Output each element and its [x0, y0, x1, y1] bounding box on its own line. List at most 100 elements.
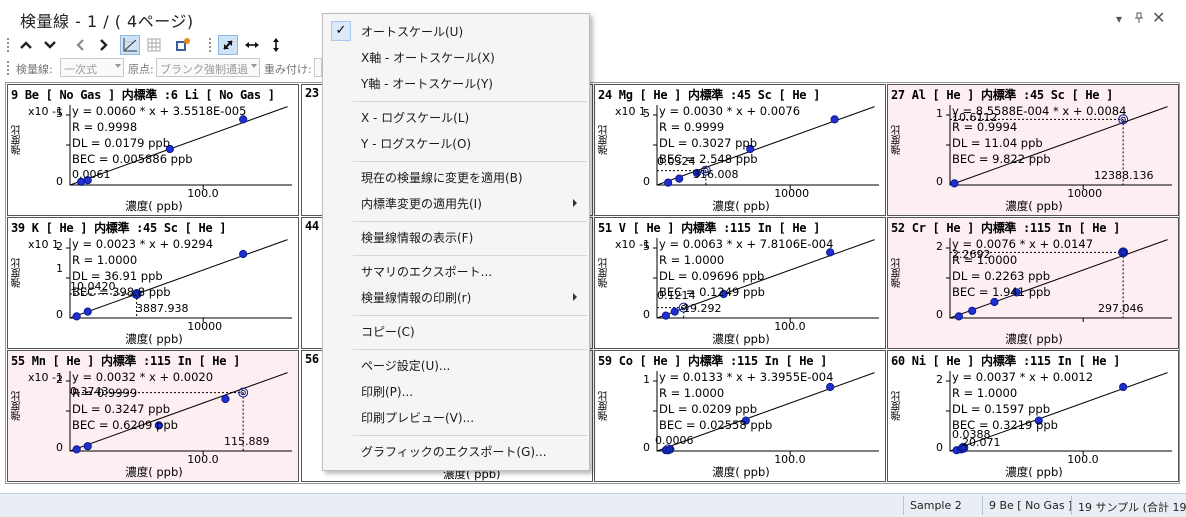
- standard-point: [72, 312, 81, 321]
- chart-axes-icon[interactable]: [120, 35, 140, 55]
- y-tick-label: 0: [936, 175, 943, 188]
- y-tick-label: 0: [643, 441, 650, 454]
- calibration-panel[interactable]: 27 Al [ He ] 内標準 :45 Sc [ He ] 強度比 1 0 10000…: [887, 84, 1179, 216]
- calibration-panel[interactable]: 59 Co [ He ] 内標準 :115 In [ He ] 強度比 1 0 100.…: [594, 350, 886, 482]
- menu-item[interactable]: Y - ログスケール(O): [323, 132, 589, 154]
- menu-item[interactable]: コピー(C): [323, 320, 589, 342]
- toolbar-curve-options: 検量線: 一次式 原点: ブランク強制通過 重み付け:: [0, 56, 322, 80]
- menu-item[interactable]: サマリのエクスポート...: [323, 260, 589, 282]
- menu-separator: [353, 221, 587, 222]
- menu-item[interactable]: X軸 - オートスケール(X): [323, 46, 589, 68]
- menu-item-label: サマリのエクスポート...: [361, 265, 493, 279]
- standard-point: [221, 394, 230, 404]
- sample-annotation: 12388.136: [1094, 169, 1154, 182]
- stat-line: BEC = 0.6209 ppb: [72, 418, 178, 432]
- stat-line: BEC = 9.822 ppb: [952, 152, 1051, 166]
- menu-item[interactable]: Y軸 - オートスケール(Y): [323, 72, 589, 94]
- status-sample: Sample 2: [910, 499, 962, 512]
- chevron-right-icon[interactable]: [94, 35, 114, 55]
- calibration-panel[interactable]: 52 Cr [ He ] 内標準 :115 In [ He ] 強度比 2 0 濃度( …: [887, 217, 1179, 349]
- stat-line: R = 0.9998: [72, 120, 138, 134]
- stat-line: y = 0.0037 * x + 0.0012: [952, 370, 1094, 384]
- stat-line: DL = 0.3247 ppb: [72, 402, 171, 416]
- calibration-panel[interactable]: 60 Ni [ He ] 内標準 :115 In [ He ] 強度比 2 0 100.…: [887, 350, 1179, 482]
- resize-vertical-icon[interactable]: [266, 35, 286, 55]
- y-tick-label: 2: [936, 240, 943, 253]
- menu-item[interactable]: X - ログスケール(L): [323, 106, 589, 128]
- weight-select[interactable]: [314, 58, 322, 77]
- zoom-fit-icon[interactable]: [218, 35, 238, 55]
- standard-point: [83, 442, 92, 451]
- y-axis-label: 強度比: [599, 391, 610, 421]
- chevron-down-icon[interactable]: [40, 35, 60, 55]
- menu-item[interactable]: 検量線情報の印刷(r): [323, 286, 589, 308]
- panel-title: 56: [305, 352, 319, 366]
- calibration-panel[interactable]: 9 Be [ No Gas ] 内標準 :6 Li [ No Gas ] x10 …: [7, 84, 299, 216]
- grid-icon[interactable]: [144, 35, 164, 55]
- standard-point: [830, 115, 839, 124]
- sample-annotation: 0.0006: [655, 434, 694, 447]
- chevron-left-icon[interactable]: [70, 35, 90, 55]
- regression-stats: y = 0.0037 * x + 0.0012 R = 1.0000 DL = 0.…: [952, 369, 1093, 433]
- regression-stats: y = 0.0133 * x + 3.3955E-004 R = 1.0000 DL…: [659, 369, 833, 433]
- standard-point: [72, 445, 81, 454]
- menu-item[interactable]: 印刷プレビュー(V)...: [323, 406, 589, 428]
- sample-annotation: 316.008: [693, 168, 739, 181]
- standard-point: [950, 179, 959, 188]
- stat-line: DL = 0.09696 ppb: [659, 269, 765, 283]
- x-axis-label: 濃度( ppb): [712, 332, 770, 346]
- menu-item-label: X - ログスケール(L): [361, 111, 470, 125]
- y-tick-label: 5: [56, 107, 63, 120]
- calibration-panel[interactable]: 55 Mn [ He ] 内標準 :115 In [ He ] x10 -1 強度比…: [7, 350, 299, 482]
- sample-annotation: 115.889: [224, 435, 270, 448]
- stat-line: y = 0.0060 * x + 3.5518E-005: [72, 104, 247, 118]
- calibration-panel[interactable]: 39 K [ He ] 内標準 :45 Sc [ He ] x10 1 強度比 2 1 0…: [7, 217, 299, 349]
- stat-line: BEC = 1.941 ppb: [952, 285, 1051, 299]
- origin-select[interactable]: ブランク強制通過: [156, 58, 260, 77]
- export-icon[interactable]: [172, 35, 192, 55]
- regression-stats: y = 0.0032 * x + 0.0020 R = 0.9999 DL = 0.…: [72, 369, 213, 433]
- calibration-grid: 9 Be [ No Gas ] 内標準 :6 Li [ No Gas ] x10 …: [5, 82, 1180, 484]
- y-exponent-label: x10 1: [615, 105, 647, 118]
- origin-label: 原点:: [128, 63, 154, 76]
- chevron-down-icon[interactable]: ▾: [1116, 12, 1122, 26]
- y-axis-label: 強度比: [892, 391, 903, 421]
- menu-item[interactable]: グラフィックのエクスポート(G)...: [323, 440, 589, 462]
- toolbar-grip[interactable]: [6, 60, 10, 76]
- status-sample-count: 19 サンプル (合計 19): [1078, 501, 1186, 514]
- stat-line: y = 0.0032 * x + 0.0020: [72, 370, 214, 384]
- y-tick-label: 0: [56, 308, 63, 321]
- calibration-panel[interactable]: 51 V [ He ] 内標準 :115 In [ He ] x10 -1 強度比 5…: [594, 217, 886, 349]
- close-icon[interactable]: ✕: [1152, 8, 1165, 27]
- stat-line: R = 0.9999: [659, 120, 725, 134]
- menu-item[interactable]: 現在の検量線に変更を適用(B): [323, 166, 589, 188]
- y-tick-label: 2: [56, 373, 63, 386]
- y-tick-label: 1: [643, 373, 650, 386]
- menu-item[interactable]: 印刷(P)...: [323, 380, 589, 402]
- curve-type-select[interactable]: 一次式: [60, 58, 124, 77]
- resize-horizontal-icon[interactable]: [242, 35, 262, 55]
- menu-item-label: 検量線情報の印刷(r): [361, 291, 472, 305]
- pin-icon[interactable]: [1134, 12, 1144, 27]
- y-axis-label: 強度比: [599, 125, 610, 155]
- menu-item[interactable]: ✓ オートスケール(U): [323, 20, 589, 42]
- y-tick-label: 1: [936, 107, 943, 120]
- menu-item[interactable]: 検量線情報の表示(F): [323, 226, 589, 248]
- menu-item[interactable]: ページ設定(U)...: [323, 354, 589, 376]
- y-exponent-label: x10 1: [28, 238, 60, 251]
- calibration-panel[interactable]: 24 Mg [ He ] 内標準 :45 Sc [ He ] x10 1 強度比 5 0…: [594, 84, 886, 216]
- submenu-arrow-icon: [573, 199, 577, 207]
- standard-point: [675, 174, 684, 183]
- toolbar-grip[interactable]: [6, 37, 10, 53]
- sample-annotation: 10.0420: [70, 280, 116, 293]
- stat-line: DL = 0.3027 ppb: [659, 136, 758, 150]
- menu-item[interactable]: 内標準変更の適用先(I): [323, 192, 589, 214]
- chevron-up-icon[interactable]: [16, 35, 36, 55]
- menu-item-label: 現在の検量線に変更を適用(B): [361, 171, 523, 185]
- stat-line: R = 1.0000: [952, 386, 1018, 400]
- submenu-arrow-icon: [573, 293, 577, 301]
- menu-separator: [353, 255, 587, 256]
- y-axis-label: 強度比: [12, 125, 23, 155]
- y-tick-label: 0: [643, 175, 650, 188]
- toolbar-grip[interactable]: [208, 37, 212, 53]
